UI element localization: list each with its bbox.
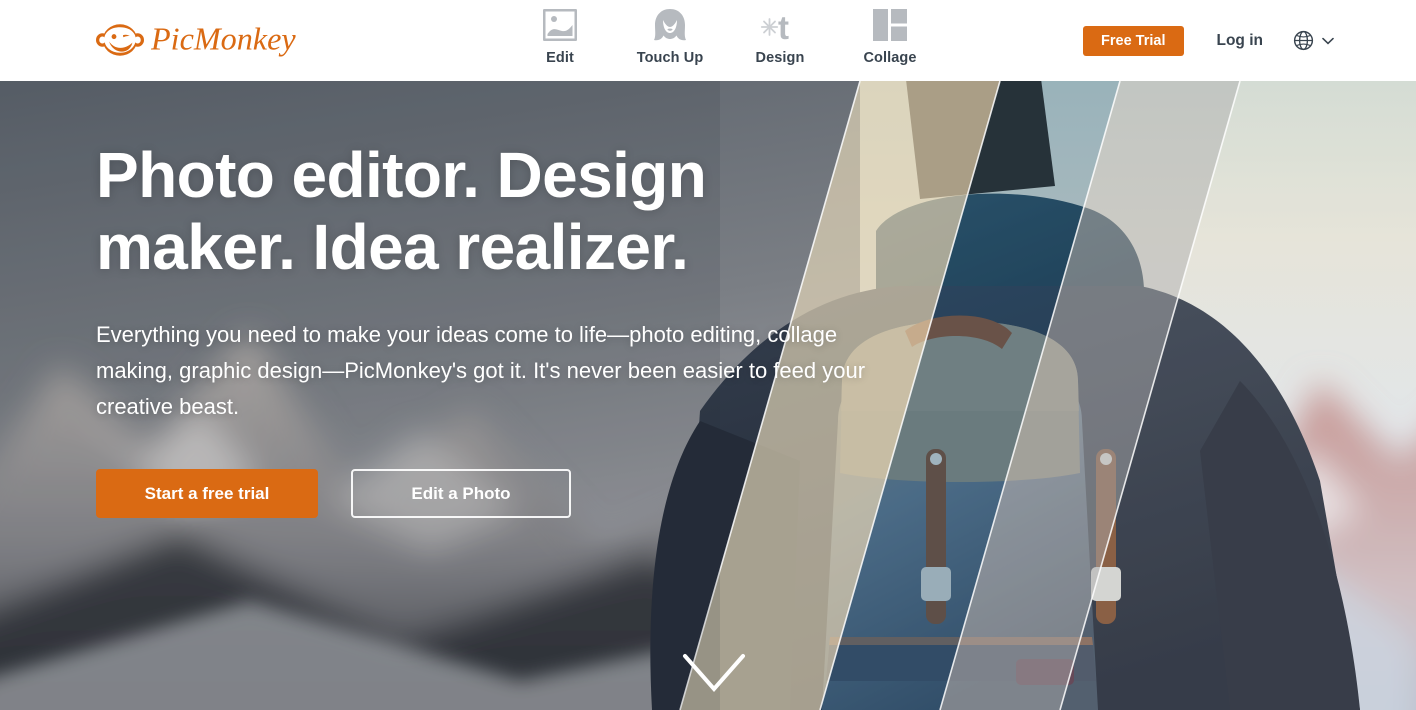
- login-link[interactable]: Log in: [1217, 32, 1264, 50]
- nav-item-collage[interactable]: Collage: [835, 6, 945, 66]
- site-header: PicMonkey Edit Touch Up t Design Collage…: [0, 0, 1416, 81]
- nav-label-edit: Edit: [546, 50, 574, 66]
- language-selector[interactable]: [1293, 30, 1334, 51]
- hero-subtitle: Everything you need to make your ideas c…: [96, 322, 866, 419]
- nav-item-design[interactable]: t Design: [725, 6, 835, 66]
- photo-landscape-icon: [538, 6, 582, 44]
- svg-text:t: t: [778, 9, 789, 42]
- edit-a-photo-button[interactable]: Edit a Photo: [351, 469, 571, 518]
- nav-label-collage: Collage: [863, 50, 917, 66]
- primary-nav: Edit Touch Up t Design Collage: [505, 6, 945, 66]
- hero-section: Photo editor. Design maker. Idea realize…: [0, 81, 1416, 710]
- scroll-down-chevron-icon[interactable]: [682, 653, 746, 695]
- hero-content: Photo editor. Design maker. Idea realize…: [96, 139, 926, 518]
- free-trial-button[interactable]: Free Trial: [1083, 25, 1184, 56]
- monkey-face-logo-icon: [96, 24, 144, 56]
- picmonkey-wordmark: PicMonkey: [151, 21, 296, 57]
- svg-text:PicMonkey: PicMonkey: [151, 21, 296, 57]
- hero-headline-line2: maker. Idea realizer.: [96, 211, 689, 283]
- hero-cta-group: Start a free trial Edit a Photo: [96, 469, 926, 518]
- start-free-trial-button[interactable]: Start a free trial: [96, 469, 318, 518]
- nav-item-touch-up[interactable]: Touch Up: [615, 6, 725, 66]
- chevron-down-icon: [1322, 37, 1334, 45]
- nav-label-touch-up: Touch Up: [636, 50, 704, 66]
- grid-layout-icon: [868, 6, 912, 44]
- hero-headline: Photo editor. Design maker. Idea realize…: [96, 139, 926, 283]
- header-actions: Free Trial Log in: [1083, 0, 1416, 81]
- letter-t-snowflake-icon: t: [758, 6, 802, 44]
- female-face-icon: [648, 6, 692, 44]
- nav-item-edit[interactable]: Edit: [505, 6, 615, 66]
- nav-label-design: Design: [755, 50, 805, 66]
- hero-headline-line1: Photo editor. Design: [96, 139, 707, 211]
- picmonkey-logo[interactable]: PicMonkey: [96, 16, 325, 64]
- globe-icon: [1293, 30, 1314, 51]
